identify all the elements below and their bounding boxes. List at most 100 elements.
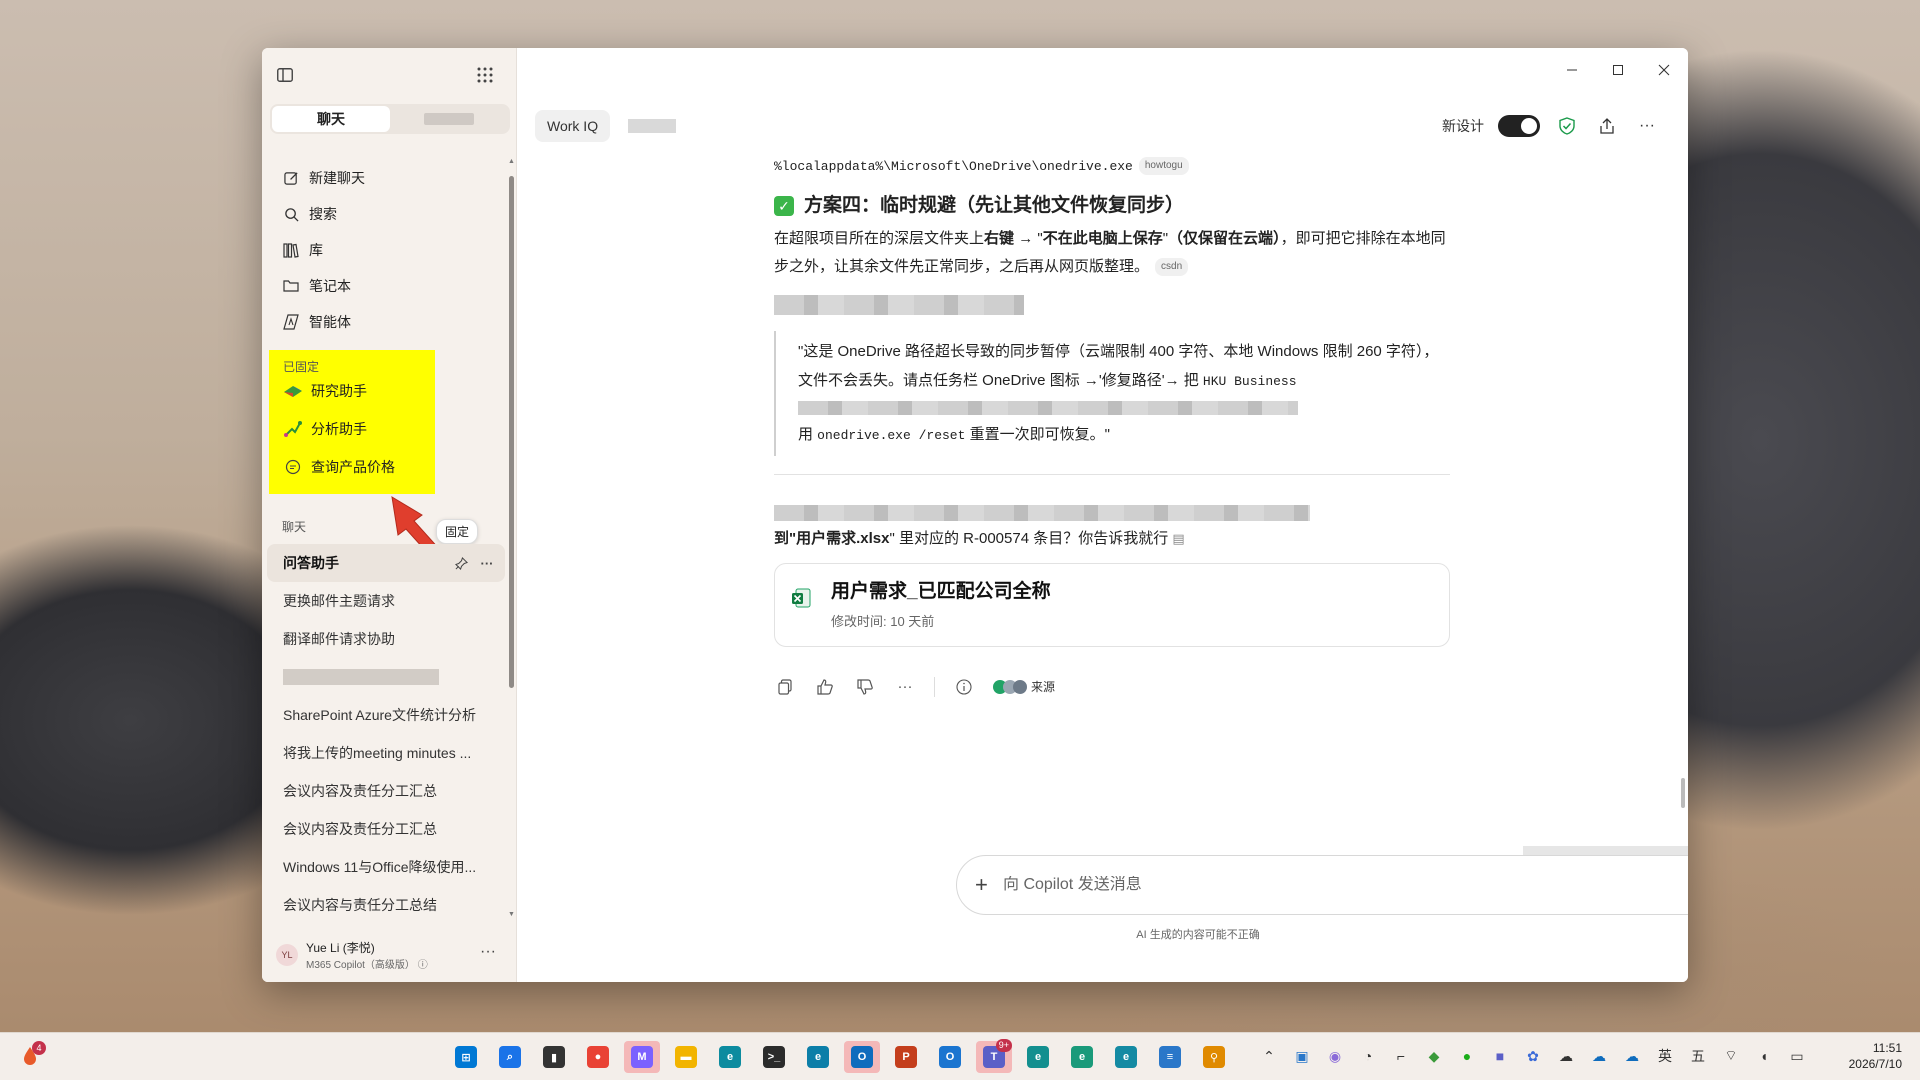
- tray-app-icon[interactable]: ◉: [1324, 1045, 1346, 1067]
- tab-chat[interactable]: 聊天: [272, 106, 390, 132]
- pinned-product-price[interactable]: 查询产品价格: [269, 448, 435, 486]
- new-design-toggle[interactable]: [1498, 115, 1540, 137]
- main-scrollbar[interactable]: [1680, 156, 1686, 856]
- sidebar-toggle-icon[interactable]: [272, 62, 298, 88]
- app-launcher-icon[interactable]: [472, 62, 498, 88]
- chat-item[interactable]: 更换邮件主题请求: [267, 582, 505, 620]
- taskbar-app[interactable]: M: [624, 1041, 660, 1073]
- taskbar-app[interactable]: e: [712, 1041, 748, 1073]
- chat-item[interactable]: 会议内容及责任分工汇总: [267, 772, 505, 810]
- add-attachment-icon[interactable]: +: [975, 872, 1003, 898]
- taskbar-app[interactable]: ▬: [668, 1041, 704, 1073]
- wifi-icon[interactable]: ⌔: [1720, 1045, 1742, 1067]
- nav-search[interactable]: 搜索: [270, 196, 500, 232]
- more-options-icon[interactable]: ···: [477, 553, 497, 573]
- thumbs-up-icon[interactable]: [814, 676, 836, 698]
- cloud-outline-icon[interactable]: ☁: [1555, 1045, 1577, 1067]
- input-method-indicator[interactable]: 英: [1654, 1045, 1676, 1067]
- sidebar-scrollbar[interactable]: ▲ ▼: [508, 158, 515, 918]
- divider: [774, 474, 1450, 475]
- scroll-down-icon[interactable]: ▼: [508, 911, 515, 918]
- nav-notebook[interactable]: 笔记本: [270, 268, 500, 304]
- taskbar-app[interactable]: ≡: [1152, 1041, 1188, 1073]
- wechat-icon[interactable]: ●: [1456, 1045, 1478, 1067]
- chat-item[interactable]: SharePoint Azure文件统计分析: [267, 696, 505, 734]
- taskbar-app[interactable]: ●: [580, 1041, 616, 1073]
- chat-item[interactable]: 将我上传的meeting minutes ...: [267, 734, 505, 772]
- tray-app-icon[interactable]: ◔: [1357, 1045, 1379, 1067]
- edge-icon: e: [719, 1046, 741, 1068]
- more-options-icon[interactable]: ···: [894, 676, 916, 698]
- clock[interactable]: 11:51 2026/7/10: [1849, 1040, 1902, 1072]
- shield-check-icon[interactable]: [1554, 113, 1580, 139]
- redacted-heading: [774, 295, 1024, 315]
- file-card[interactable]: 用户需求_已匹配公司全称 修改时间: 10 天前: [774, 563, 1450, 647]
- chat-label: 会议内容及责任分工汇总: [283, 783, 437, 799]
- user-more-icon[interactable]: ···: [480, 943, 496, 961]
- battery-icon[interactable]: ▭: [1786, 1045, 1808, 1067]
- taskbar-app[interactable]: ⌕: [492, 1041, 528, 1073]
- volume-icon[interactable]: ◖: [1753, 1045, 1775, 1067]
- user-profile[interactable]: YL Yue Li (李悦) M365 Copilot（高级版） ⓘ ···: [276, 935, 506, 975]
- taskbar-app[interactable]: O: [844, 1041, 880, 1073]
- chat-item[interactable]: Windows 11与Office降级使用...: [267, 848, 505, 886]
- taskbar-app[interactable]: O: [932, 1041, 968, 1073]
- chat-item-redacted[interactable]: [267, 658, 505, 696]
- agent-chip[interactable]: Work IQ: [535, 110, 611, 142]
- notification-badge: 9+: [995, 1039, 1012, 1052]
- search-icon: [282, 205, 300, 223]
- text: → ": [1014, 230, 1043, 247]
- nav-agents[interactable]: 智能体: [270, 304, 500, 340]
- taskbar-app[interactable]: P: [888, 1041, 924, 1073]
- share-icon[interactable]: [1594, 113, 1620, 139]
- nav-new-chat[interactable]: 新建聊天: [270, 160, 500, 196]
- maximize-icon[interactable]: [1606, 58, 1630, 82]
- scrollbar-thumb[interactable]: [1681, 778, 1685, 808]
- pin-icon[interactable]: [451, 553, 471, 573]
- taskbar-app[interactable]: e: [800, 1041, 836, 1073]
- scroll-up-icon[interactable]: ▲: [508, 158, 515, 165]
- chat-item[interactable]: 会议内容与责任分工总结: [267, 886, 505, 924]
- sources-button[interactable]: 来源: [993, 673, 1055, 701]
- taskbar-app[interactable]: >_: [756, 1041, 792, 1073]
- minimize-icon[interactable]: [1560, 58, 1584, 82]
- citation-chip[interactable]: csdn: [1155, 258, 1189, 277]
- calendar-indicator[interactable]: 五: [1687, 1045, 1709, 1067]
- tab-blurred[interactable]: [390, 106, 508, 132]
- nav-library[interactable]: 库: [270, 232, 500, 268]
- tray-app-icon[interactable]: ✿: [1522, 1045, 1544, 1067]
- taskbar-app[interactable]: ⚲: [1196, 1041, 1232, 1073]
- pinned-section: 已固定 研究助手 分析助手 查询产品价格: [269, 350, 435, 494]
- chat-item-active[interactable]: 问答助手 ···: [267, 544, 505, 582]
- scrollbar-thumb[interactable]: [509, 176, 514, 688]
- message-input[interactable]: [1003, 876, 1688, 894]
- bold-text: 用户需求.xlsx: [796, 530, 890, 547]
- chevron-up-icon[interactable]: ⌃: [1258, 1045, 1280, 1067]
- taskbar-app[interactable]: e: [1108, 1041, 1144, 1073]
- nav-label: 新建聊天: [309, 170, 365, 186]
- pinned-analyst[interactable]: 分析助手: [269, 410, 435, 448]
- thumbs-down-icon[interactable]: [854, 676, 876, 698]
- close-icon[interactable]: [1652, 58, 1676, 82]
- taskbar-app[interactable]: T 9+: [976, 1039, 1012, 1073]
- redacted-chat-label: [283, 669, 439, 685]
- pinned-research-assistant[interactable]: 研究助手: [269, 372, 435, 410]
- tray-app-icon[interactable]: ◆: [1423, 1045, 1445, 1067]
- tray-app-icon[interactable]: ⌐: [1390, 1045, 1412, 1067]
- onedrive-icon[interactable]: ☁: [1588, 1045, 1610, 1067]
- outlook-new-icon: O: [939, 1046, 961, 1068]
- taskbar-app[interactable]: ▮: [536, 1041, 572, 1073]
- more-options-icon[interactable]: ···: [1634, 113, 1660, 139]
- taskbar-app[interactable]: e: [1020, 1041, 1056, 1073]
- taskbar-app[interactable]: e: [1064, 1041, 1100, 1073]
- taskbar-app[interactable]: ⊞: [448, 1041, 484, 1073]
- teams-tray-icon[interactable]: ■: [1489, 1045, 1511, 1067]
- copy-icon[interactable]: [774, 676, 796, 698]
- info-icon[interactable]: [953, 676, 975, 698]
- onedrive-business-icon[interactable]: ☁: [1621, 1045, 1643, 1067]
- citation-chip[interactable]: howtogu: [1138, 157, 1189, 176]
- chat-item[interactable]: 会议内容及责任分工汇总: [267, 810, 505, 848]
- widgets-button[interactable]: 4: [20, 1041, 46, 1069]
- tray-app-icon[interactable]: ▣: [1291, 1045, 1313, 1067]
- chat-item[interactable]: 翻译邮件请求协助: [267, 620, 505, 658]
